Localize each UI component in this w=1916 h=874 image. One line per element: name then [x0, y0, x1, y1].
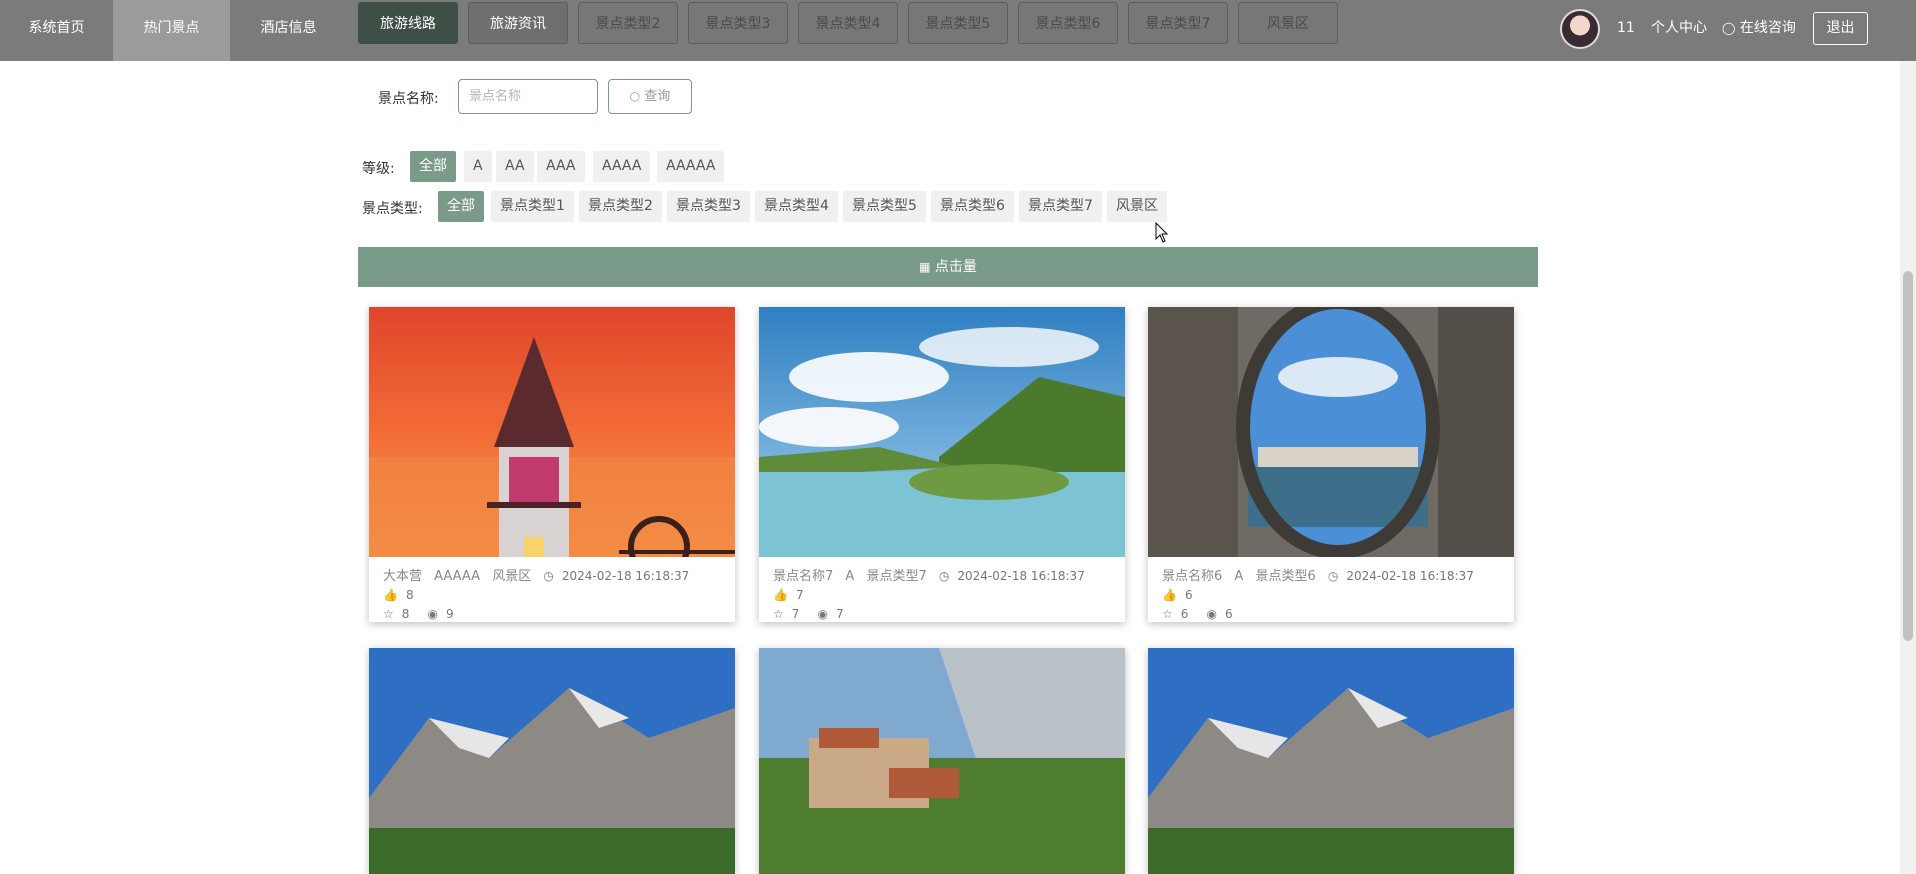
spot-image-lake-hills: [759, 307, 1125, 557]
sort-label: 点击量: [934, 259, 977, 275]
type-chip-2[interactable]: 景点类型2: [579, 191, 662, 222]
level-chip-all[interactable]: 全部: [410, 151, 456, 182]
eye-icon: ◉: [427, 607, 439, 621]
spot-views: 9: [446, 607, 454, 621]
query-label: 查询: [644, 89, 671, 104]
top-pill-type4[interactable]: 景点类型4: [798, 2, 898, 44]
spot-time: 2024-02-18 16:18:37: [561, 569, 690, 583]
spot-meta: 景点名称7 A 景点类型7 ◷ 2024-02-18 16:18:37 👍 7 ☆ 7…: [759, 557, 1125, 624]
nav-hotel[interactable]: 酒店信息: [230, 0, 347, 61]
top-pill-scenic[interactable]: 风景区: [1238, 2, 1338, 44]
top-pill-type7[interactable]: 景点类型7: [1128, 2, 1228, 44]
level-filter-label: 等级:: [362, 161, 395, 177]
spot-card[interactable]: 景点名称6 A 景点类型6 ◷ 2024-02-18 16:18:37 👍 6 ☆ 6…: [1148, 307, 1514, 622]
avatar[interactable]: [1560, 9, 1600, 49]
spot-level: A: [1234, 569, 1244, 584]
search-icon: ○: [629, 89, 641, 103]
thumbs-up-icon: 👍: [773, 588, 788, 602]
type-chip-1[interactable]: 景点类型1: [491, 191, 574, 222]
star-icon: ☆: [773, 607, 784, 621]
consult-label: 在线咨询: [1739, 20, 1796, 36]
logout-button[interactable]: 退出: [1813, 12, 1868, 45]
spot-card[interactable]: [759, 648, 1125, 874]
spot-meta: 大本营 AAAAA 风景区 ◷ 2024-02-18 16:18:37 👍 8 ☆ 8…: [369, 557, 735, 624]
type-chip-4[interactable]: 景点类型4: [755, 191, 838, 222]
spot-views: 6: [1225, 607, 1233, 621]
top-pill-type5[interactable]: 景点类型5: [908, 2, 1008, 44]
type-chip-6[interactable]: 景点类型6: [931, 191, 1014, 222]
nav-routes[interactable]: 旅游线路: [358, 2, 458, 44]
level-chip-aaaa[interactable]: AAAA: [593, 151, 651, 182]
nav-home[interactable]: 系统首页: [0, 0, 113, 61]
eye-icon: ◉: [1206, 607, 1218, 621]
spot-card[interactable]: [1148, 648, 1514, 874]
top-navbar: 系统首页 热门景点 酒店信息 旅游线路 旅游资讯 景点类型2 景点类型3 景点类…: [0, 0, 1916, 61]
query-button[interactable]: ○ 查询: [608, 79, 692, 114]
spot-level: AAAAA: [434, 569, 481, 584]
spot-favorites: 7: [791, 607, 800, 621]
user-id: 11: [1617, 20, 1635, 36]
spot-image-mountains: [1148, 648, 1514, 874]
spot-image-village-cliffs: [759, 648, 1125, 874]
type-chip-scenic[interactable]: 风景区: [1107, 191, 1167, 222]
page-scrollbar[interactable]: [1900, 61, 1916, 874]
spot-likes: 6: [1184, 588, 1193, 602]
nav-news[interactable]: 旅游资讯: [468, 2, 568, 44]
spot-likes: 7: [795, 588, 804, 602]
consult-link[interactable]: ◯ 在线咨询: [1722, 0, 1796, 57]
spot-favorites: 8: [401, 607, 410, 621]
thumbs-up-icon: 👍: [383, 588, 398, 602]
type-filter-label: 景点类型:: [362, 201, 423, 217]
level-chip-aaaaa[interactable]: AAAAA: [657, 151, 725, 182]
spot-card[interactable]: [369, 648, 735, 874]
type-chip-5[interactable]: 景点类型5: [843, 191, 926, 222]
spot-name: 大本营: [383, 569, 423, 584]
spot-type: 景点类型6: [1255, 569, 1316, 584]
user-center-link[interactable]: 个人中心: [1651, 0, 1707, 57]
spot-time: 2024-02-18 16:18:37: [957, 569, 1085, 583]
level-chip-aaa[interactable]: AAA: [537, 151, 585, 182]
spot-favorites: 6: [1180, 607, 1189, 621]
level-chip-a[interactable]: A: [464, 151, 492, 182]
nav-hot-spots[interactable]: 热门景点: [113, 0, 230, 61]
scrollbar-thumb[interactable]: [1903, 271, 1913, 641]
spot-card[interactable]: 景点名称7 A 景点类型7 ◷ 2024-02-18 16:18:37 👍 7 ☆ 7…: [759, 307, 1125, 622]
thumbs-up-icon: 👍: [1162, 588, 1177, 602]
clock-icon: ◷: [1327, 569, 1339, 583]
user-icon: ◯: [1722, 21, 1736, 35]
spot-card[interactable]: 大本营 AAAAA 风景区 ◷ 2024-02-18 16:18:37 👍 8 ☆ 8…: [369, 307, 735, 622]
star-icon: ☆: [383, 607, 394, 621]
type-chip-3[interactable]: 景点类型3: [667, 191, 750, 222]
level-chip-aa[interactable]: AA: [496, 151, 534, 182]
type-chip-all[interactable]: 全部: [438, 191, 484, 222]
chart-icon: ▦: [919, 260, 931, 274]
type-chip-7[interactable]: 景点类型7: [1019, 191, 1102, 222]
eye-icon: ◉: [817, 607, 829, 621]
search-label: 景点名称:: [378, 91, 439, 107]
spot-image-arch-coast: [1148, 307, 1514, 557]
spot-name: 景点名称6: [1162, 569, 1223, 584]
spot-time: 2024-02-18 16:18:37: [1346, 569, 1474, 583]
spot-type: 风景区: [492, 569, 532, 584]
sort-by-clicks-bar[interactable]: ▦ 点击量: [358, 247, 1538, 287]
mouse-cursor-icon: [1155, 222, 1169, 243]
clock-icon: ◷: [543, 569, 554, 583]
spot-image-mountains: [369, 648, 735, 874]
clock-icon: ◷: [938, 569, 950, 583]
spot-views: 7: [836, 607, 844, 621]
spot-name: 景点名称7: [773, 569, 834, 584]
top-pill-type6[interactable]: 景点类型6: [1018, 2, 1118, 44]
top-pill-type2[interactable]: 景点类型2: [578, 2, 678, 44]
spot-level: A: [845, 569, 855, 584]
spot-image-sunset-lighthouse: [369, 307, 735, 557]
spot-likes: 8: [405, 588, 414, 602]
search-input[interactable]: [458, 79, 598, 114]
spot-meta: 景点名称6 A 景点类型6 ◷ 2024-02-18 16:18:37 👍 6 ☆ 6…: [1148, 557, 1514, 624]
star-icon: ☆: [1162, 607, 1173, 621]
top-pill-type3[interactable]: 景点类型3: [688, 2, 788, 44]
spot-type: 景点类型7: [866, 569, 927, 584]
